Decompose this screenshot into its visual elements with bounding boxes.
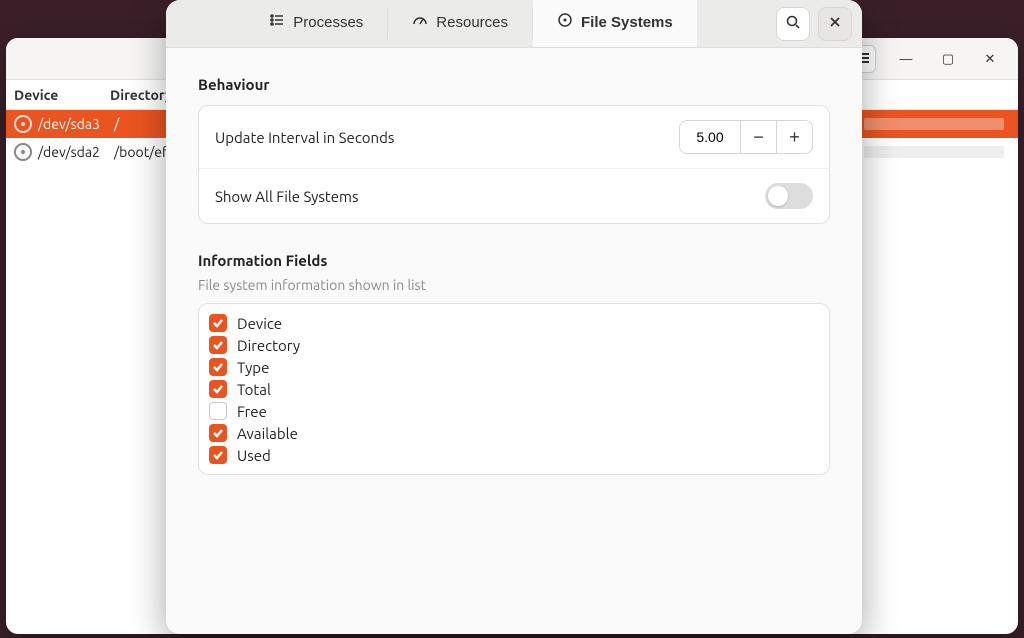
disk-icon: [14, 143, 32, 161]
info-field-label: Available: [237, 425, 298, 442]
plus-icon: +: [789, 127, 800, 147]
increment-button[interactable]: +: [776, 121, 812, 153]
tab-label: Processes: [293, 14, 363, 31]
info-field-label: Total: [237, 381, 271, 398]
disk-icon: [14, 115, 32, 133]
checkbox[interactable]: [209, 336, 227, 354]
preferences-dialog: Processes Resources File Systems: [166, 0, 862, 634]
checkbox[interactable]: [209, 380, 227, 398]
maximize-icon: ▢: [942, 51, 954, 67]
close-icon: [828, 15, 842, 32]
dialog-close-button[interactable]: [818, 7, 852, 41]
info-fields-subtitle: File system information shown in list: [198, 277, 830, 293]
search-icon: [785, 14, 801, 33]
maximize-button[interactable]: ▢: [936, 47, 960, 71]
update-interval-input[interactable]: [680, 121, 740, 153]
info-field-row: Device: [209, 312, 819, 334]
show-all-row: Show All File Systems: [199, 168, 829, 223]
info-field-label: Used: [237, 447, 271, 464]
info-field-label: Free: [237, 403, 267, 420]
cell-device: /dev/sda2: [38, 144, 114, 160]
info-field-label: Device: [237, 315, 282, 332]
show-all-toggle[interactable]: [765, 183, 813, 209]
decrement-button[interactable]: −: [740, 121, 776, 153]
update-interval-label: Update Interval in Seconds: [215, 129, 394, 146]
minus-icon: −: [753, 127, 764, 147]
usage-bar: [864, 146, 1004, 158]
info-fields-card: Device Directory Type Total Free Available Use…: [198, 303, 830, 475]
checkbox[interactable]: [209, 358, 227, 376]
behaviour-heading: Behaviour: [198, 76, 830, 93]
checkbox[interactable]: [209, 424, 227, 442]
dialog-body: Behaviour Update Interval in Seconds − +…: [166, 48, 862, 634]
header-actions: [776, 0, 862, 47]
tab-filesystems[interactable]: File Systems: [533, 0, 697, 47]
cell-directory: /boot/efi: [114, 144, 171, 160]
dialog-header: Processes Resources File Systems: [166, 0, 862, 48]
close-window-button[interactable]: ✕: [978, 47, 1002, 71]
info-field-row: Free: [209, 400, 819, 422]
cell-device: /dev/sda3: [38, 116, 114, 132]
minimize-button[interactable]: —: [894, 47, 918, 71]
info-field-row: Used: [209, 444, 819, 466]
minimize-icon: —: [900, 51, 913, 66]
list-icon: [269, 12, 285, 32]
cell-directory: /: [114, 116, 119, 132]
checkbox[interactable]: [209, 446, 227, 464]
info-field-label: Type: [237, 359, 269, 376]
info-field-row: Available: [209, 422, 819, 444]
checkbox[interactable]: [209, 314, 227, 332]
info-field-row: Directory: [209, 334, 819, 356]
usage-bar: [864, 118, 1004, 130]
tab-resources[interactable]: Resources: [388, 0, 532, 47]
show-all-label: Show All File Systems: [215, 188, 359, 205]
search-button[interactable]: [776, 7, 810, 41]
col-device-header[interactable]: Device: [14, 87, 110, 103]
gauge-icon: [412, 12, 428, 32]
disk-tab-icon: [557, 12, 573, 32]
update-interval-spinner: − +: [679, 120, 813, 154]
info-field-row: Type: [209, 356, 819, 378]
close-icon: ✕: [985, 51, 996, 67]
update-interval-row: Update Interval in Seconds − +: [199, 106, 829, 168]
tab-label: Resources: [436, 14, 508, 31]
info-fields-heading: Information Fields: [198, 252, 830, 269]
tab-bar: Processes Resources File Systems: [166, 0, 776, 47]
info-field-label: Directory: [237, 337, 300, 354]
info-field-row: Total: [209, 378, 819, 400]
tab-label: File Systems: [581, 14, 673, 31]
checkbox[interactable]: [209, 402, 227, 420]
tab-processes[interactable]: Processes: [245, 0, 387, 47]
behaviour-card: Update Interval in Seconds − + Show All …: [198, 105, 830, 224]
